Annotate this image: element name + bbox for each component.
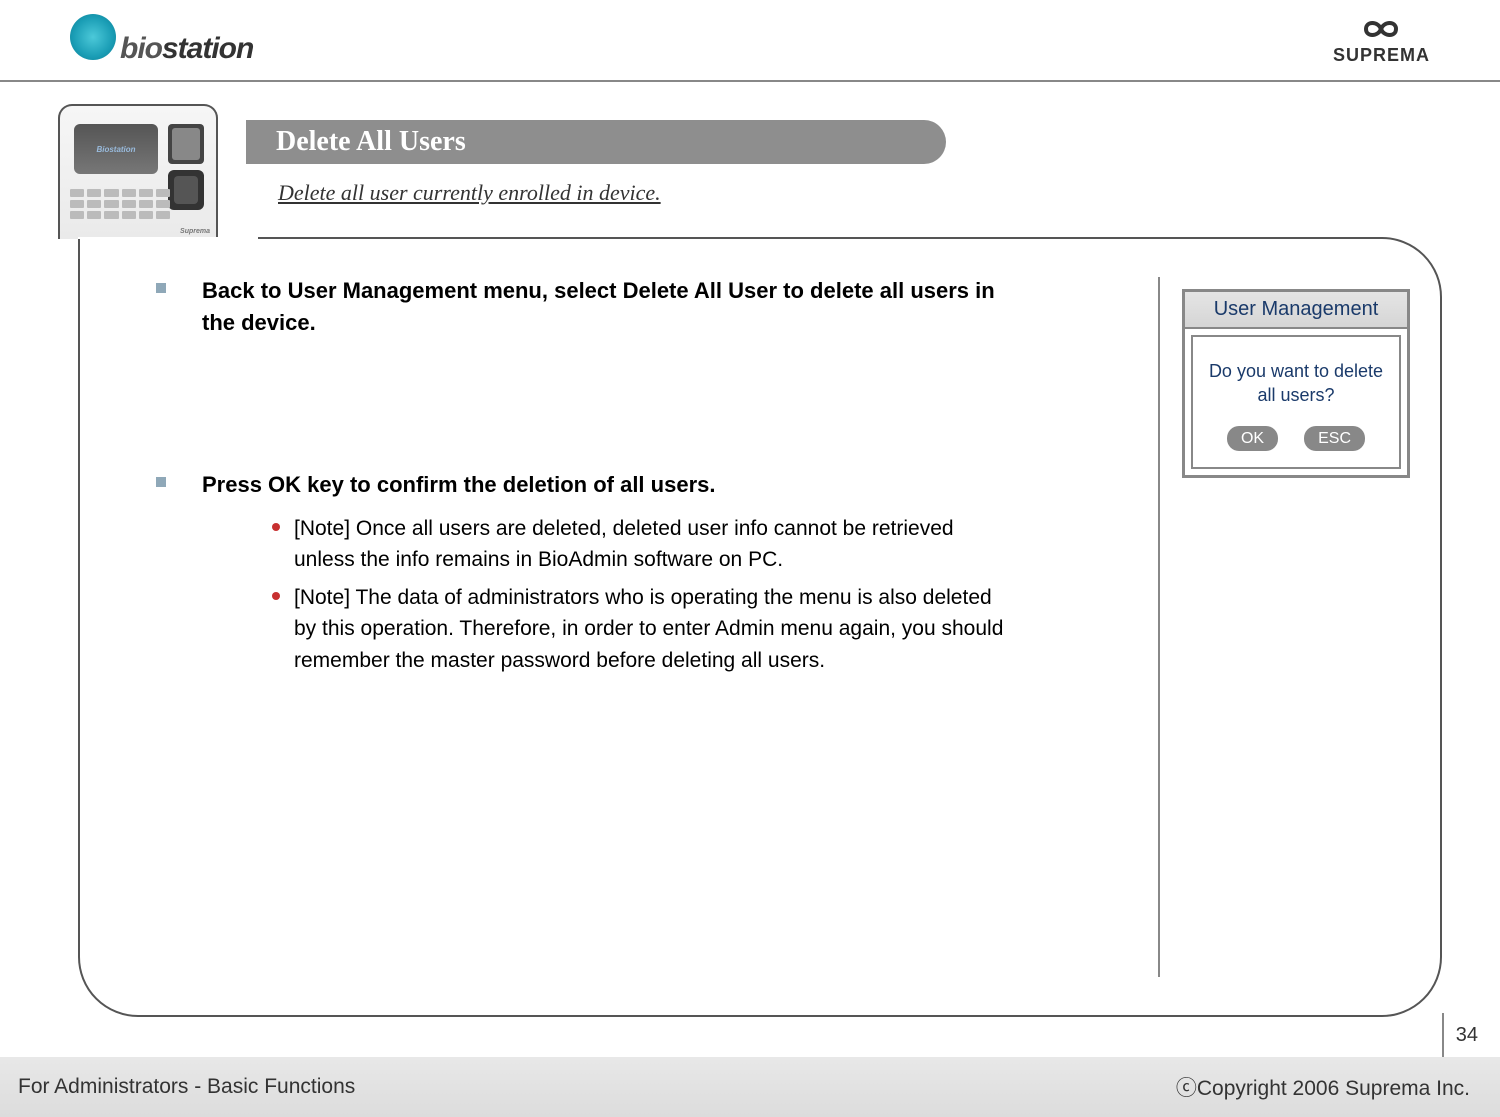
body-box: Back to User Management menu, select Del…: [78, 237, 1442, 1017]
suprema-logo: SUPREMA: [1333, 15, 1430, 66]
section-subtitle: Delete all user currently enrolled in de…: [278, 180, 661, 206]
instruction-sublist: [Note] Once all users are deleted, delet…: [202, 513, 1006, 677]
instruction-text: Back to User Management menu, select Del…: [202, 275, 1006, 339]
biostation-logo: biostation: [70, 14, 253, 66]
instruction-item: Back to User Management menu, select Del…: [156, 275, 1006, 339]
device-brand-label: Suprema: [180, 228, 210, 235]
instruction-heading: Press OK key to confirm the deletion of …: [202, 469, 1006, 501]
page-number: 34: [1456, 1024, 1478, 1047]
section-title: Delete All Users: [246, 120, 946, 164]
ok-button[interactable]: OK: [1227, 426, 1278, 452]
dialog-message-line: all users?: [1203, 383, 1389, 407]
device-dialog-body: Do you want to delete all users? OK ESC: [1191, 335, 1401, 469]
device-screen: Biostation: [74, 124, 158, 174]
device-dialog-header: User Management: [1185, 292, 1407, 329]
vertical-divider: [1158, 277, 1160, 977]
page-footer: For Administrators - Basic Functions ⓒCo…: [0, 1057, 1500, 1117]
device-screen-label: Biostation: [96, 145, 135, 154]
instruction-note: [Note] The data of administrators who is…: [272, 582, 1006, 677]
biostation-logo-text: biostation: [120, 32, 253, 66]
infinity-icon: [1351, 15, 1411, 43]
dialog-buttons: OK ESC: [1203, 426, 1389, 452]
device-keypad: [70, 189, 170, 231]
footer-right: ⓒCopyright 2006 Suprema Inc.: [1176, 1072, 1470, 1102]
logo-prefix: bio: [120, 32, 162, 65]
instruction-item: Press OK key to confirm the deletion of …: [156, 469, 1006, 682]
logo-suffix: station: [162, 32, 253, 65]
esc-button[interactable]: ESC: [1304, 426, 1365, 452]
device-reader-icon: [168, 170, 204, 210]
fingerprint-swirl-icon: [70, 14, 116, 60]
device-thumbnail: Biostation Suprema: [58, 104, 218, 239]
round-bullet-icon: [272, 592, 280, 600]
device-dialog: User Management Do you want to delete al…: [1182, 289, 1410, 478]
square-bullet-icon: [156, 283, 166, 293]
note-text: [Note] Once all users are deleted, delet…: [294, 513, 1006, 576]
footer-left: For Administrators - Basic Functions: [18, 1075, 355, 1099]
note-text: [Note] The data of administrators who is…: [294, 582, 1006, 677]
suprema-logo-text: SUPREMA: [1333, 45, 1430, 66]
content-area: Biostation Suprema Delete All Users Dele…: [58, 104, 1442, 239]
page-num-divider: [1442, 1013, 1444, 1059]
instruction-note: [Note] Once all users are deleted, delet…: [272, 513, 1006, 576]
device-indicator-icon: [168, 124, 204, 164]
page-header: biostation SUPREMA: [0, 0, 1500, 82]
dialog-message-line: Do you want to delete: [1203, 359, 1389, 383]
round-bullet-icon: [272, 523, 280, 531]
instruction-list: Back to User Management menu, select Del…: [156, 275, 1006, 682]
square-bullet-icon: [156, 477, 166, 487]
